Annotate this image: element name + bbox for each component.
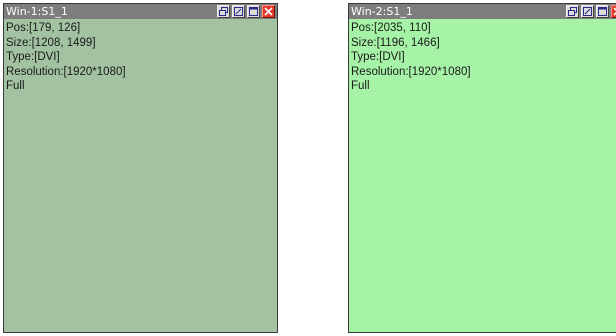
- size-label: Size:[1196, 1466]: [351, 36, 440, 49]
- edit-icon[interactable]: [581, 5, 594, 18]
- size-label: Size:[1208, 1499]: [6, 36, 96, 49]
- close-icon[interactable]: [262, 5, 275, 18]
- window-1[interactable]: Win-1:S1_1 Pos:[179, 126] Size:[1208, 14…: [3, 3, 278, 333]
- edit-icon[interactable]: [232, 5, 245, 18]
- type-label: Type:[DVI]: [351, 51, 405, 63]
- window-titlebar[interactable]: Win-2:S1_1: [349, 4, 616, 19]
- position-label: Pos:[179, 126]: [6, 22, 81, 34]
- window-2[interactable]: Win-2:S1_1 Pos:[2035, 110] Size:[1196, 1…: [348, 3, 616, 333]
- mode-label: Full: [351, 80, 370, 92]
- position-label: Pos:[2035, 110]: [351, 22, 431, 34]
- restore-icon[interactable]: [217, 5, 230, 18]
- restore-icon[interactable]: [566, 5, 579, 18]
- canvas: Win-1:S1_1 Pos:[179, 126] Size:[1208, 14…: [0, 0, 616, 336]
- mode-label: Full: [6, 80, 25, 92]
- window-body: Pos:[2035, 110] Size:[1196, 1466] Type:[…: [349, 19, 616, 332]
- type-label: Type:[DVI]: [6, 51, 60, 63]
- close-icon[interactable]: [611, 5, 616, 18]
- window-title: Win-1:S1_1: [6, 5, 68, 18]
- window-controls: [217, 5, 275, 18]
- window-controls: [566, 5, 616, 18]
- window-body: Pos:[179, 126] Size:[1208, 1499] Type:[D…: [4, 19, 277, 332]
- resolution-label: Resolution:[1920*1080]: [351, 65, 471, 78]
- window-title: Win-2:S1_1: [351, 5, 413, 18]
- maximize-icon[interactable]: [596, 5, 609, 18]
- resolution-label: Resolution:[1920*1080]: [6, 65, 126, 78]
- maximize-icon[interactable]: [247, 5, 260, 18]
- window-titlebar[interactable]: Win-1:S1_1: [4, 4, 277, 19]
